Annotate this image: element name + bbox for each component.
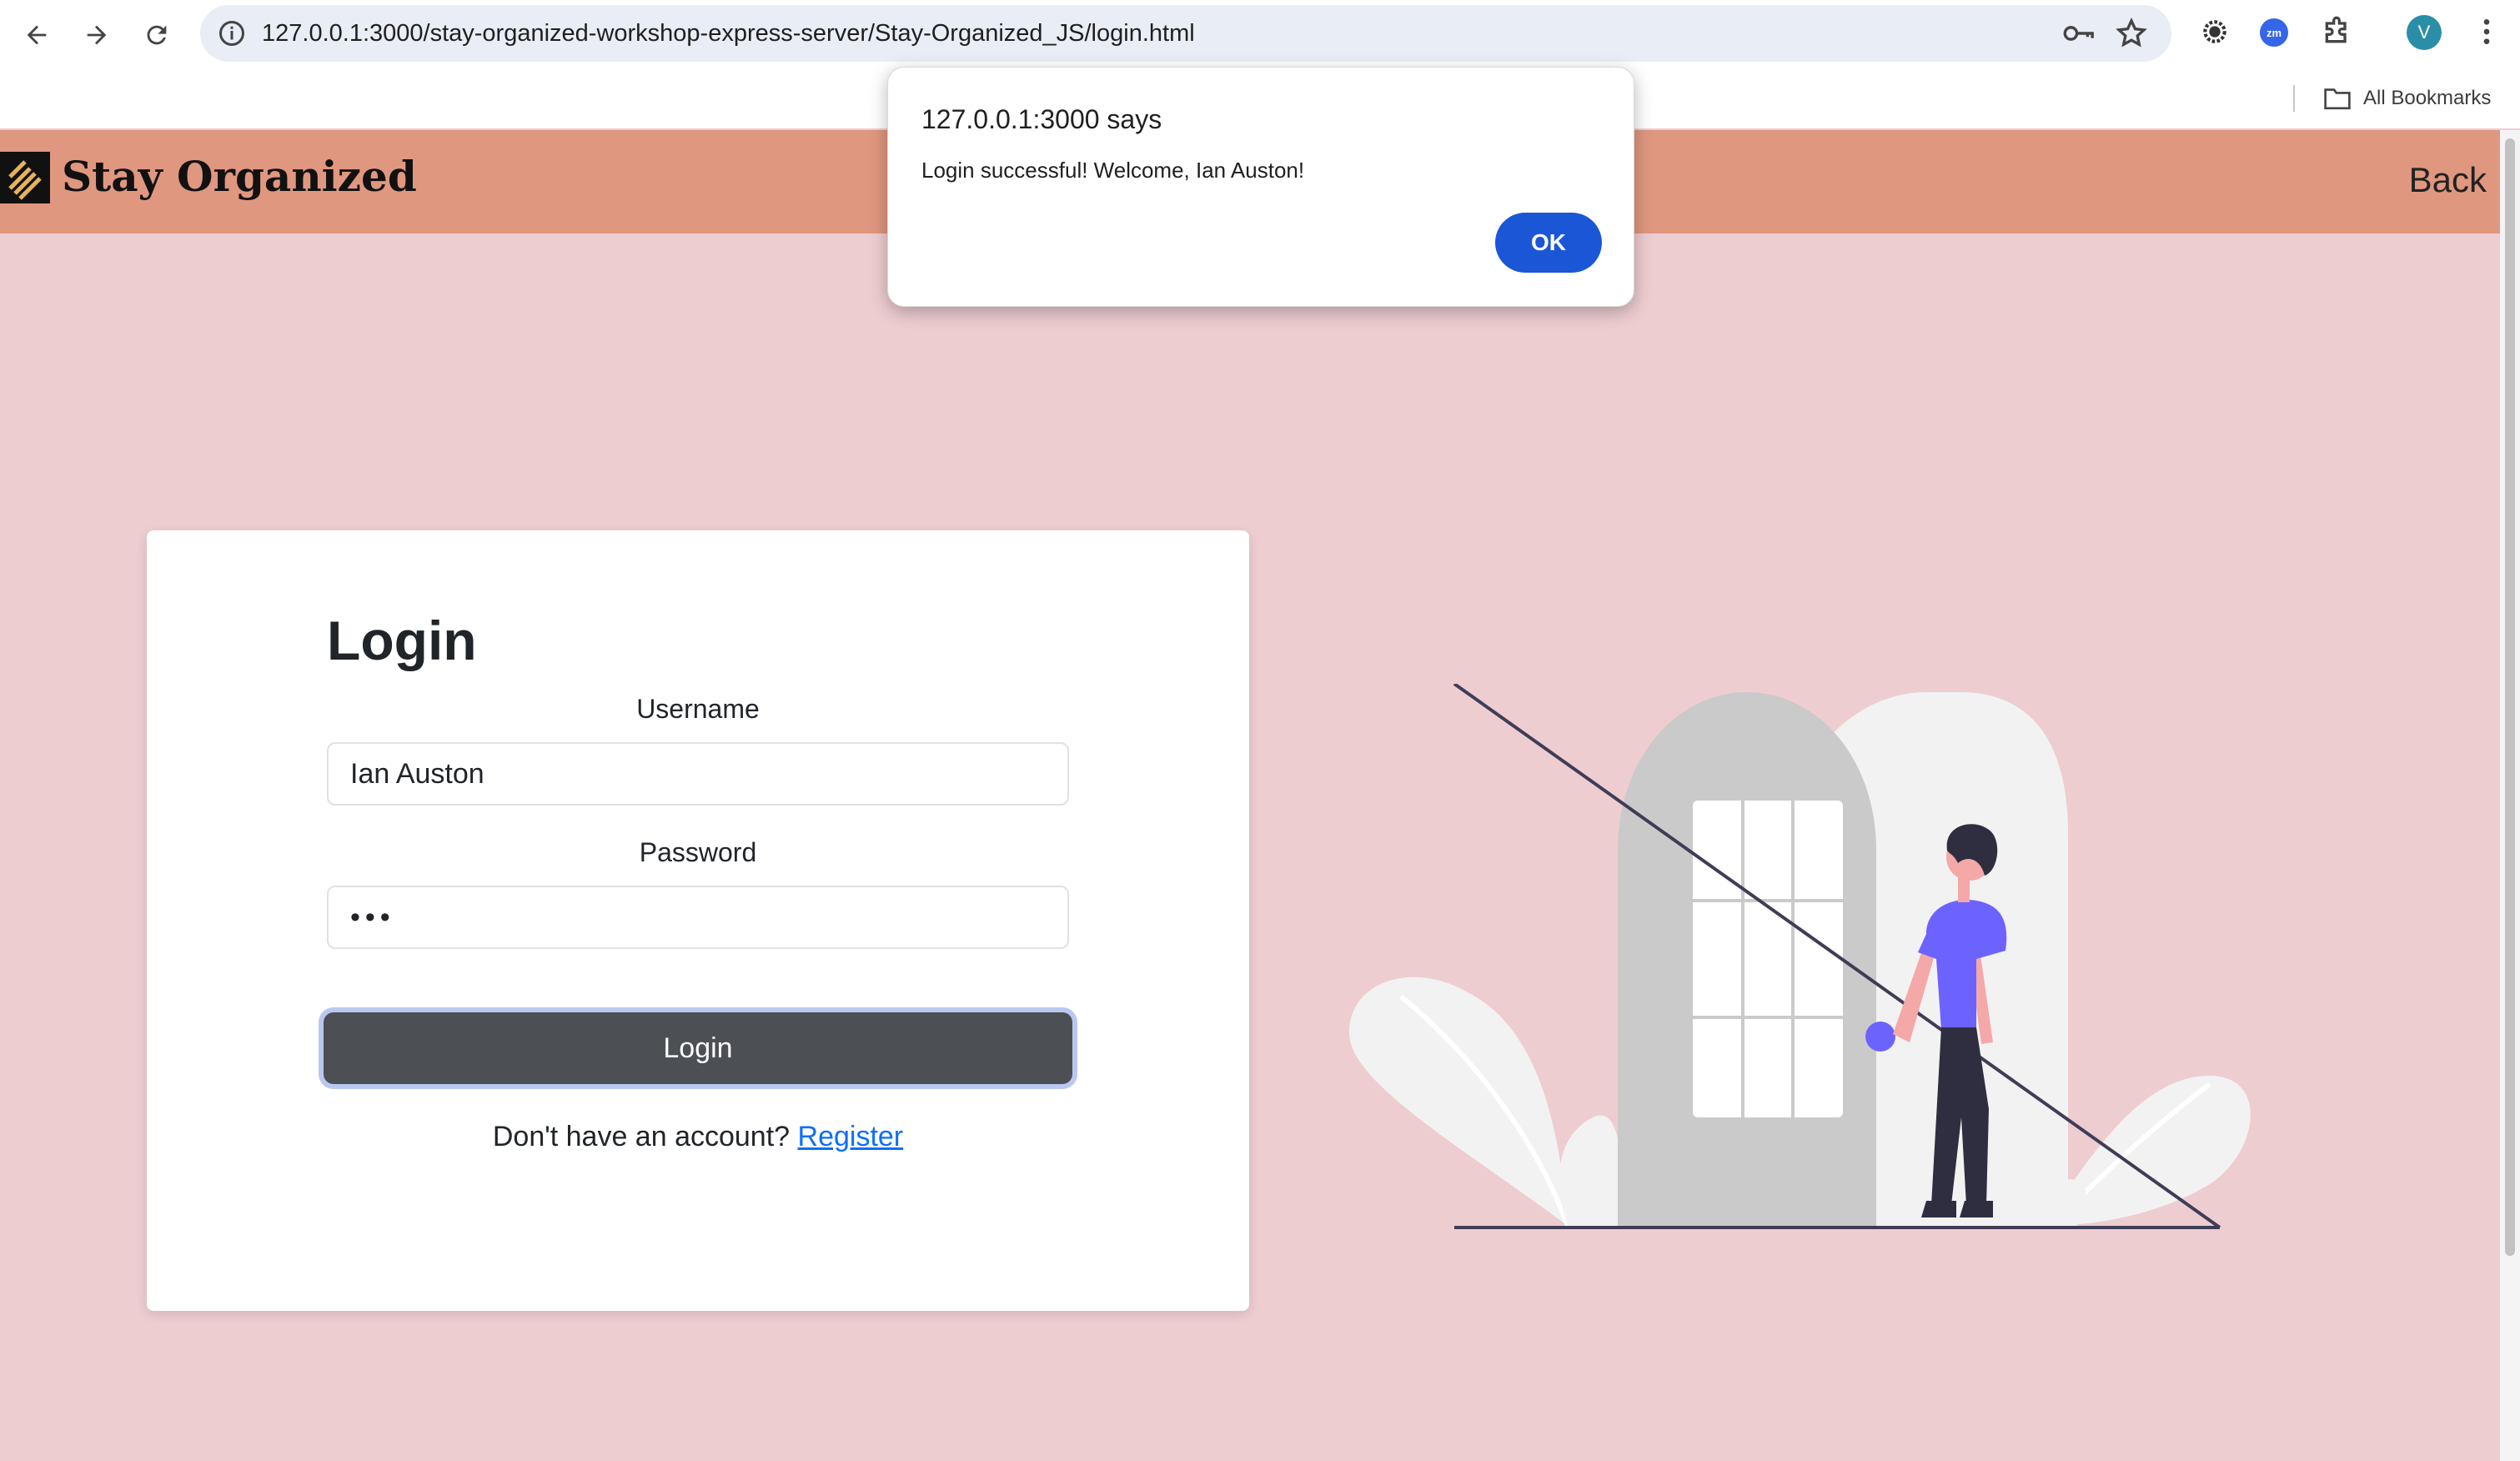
- door-illustration: [1348, 684, 2251, 1229]
- menu-dots-icon[interactable]: [2470, 15, 2503, 48]
- username-label: Username: [636, 694, 760, 724]
- signup-row: Don't have an account? Register: [327, 1121, 1069, 1153]
- login-card: Login Username Ian Auston Password ••• L…: [147, 530, 1249, 1311]
- logo-icon: [0, 152, 50, 203]
- address-bar[interactable]: 127.0.0.1:3000/stay-organized-workshop-e…: [200, 5, 2171, 62]
- all-bookmarks-label: All Bookmarks: [2363, 87, 2492, 109]
- bookmark-separator: [2293, 85, 2295, 112]
- dialog-message: Login successful! Welcome, Ian Auston!: [921, 158, 1305, 183]
- register-link[interactable]: Register: [798, 1121, 904, 1152]
- username-input[interactable]: Ian Auston: [327, 742, 1069, 806]
- login-button[interactable]: Login: [324, 1012, 1072, 1084]
- scrollbar-thumb[interactable]: [2505, 138, 2515, 1256]
- profile-avatar[interactable]: V: [2407, 15, 2442, 50]
- brand-title: Stay Organized: [62, 152, 417, 201]
- password-input[interactable]: •••: [327, 886, 1069, 949]
- site-info-icon[interactable]: [217, 18, 247, 48]
- dialog-ok-button[interactable]: OK: [1495, 213, 1602, 273]
- zoom-extension-icon[interactable]: zm: [2260, 18, 2288, 47]
- puzzle-icon[interactable]: [2320, 15, 2353, 48]
- forward-arrow-icon[interactable]: [73, 12, 120, 58]
- login-heading: Login: [327, 610, 477, 671]
- reload-icon[interactable]: [133, 12, 180, 58]
- folder-icon: [2324, 88, 2351, 110]
- all-bookmarks-button[interactable]: All Bookmarks: [2323, 80, 2491, 117]
- back-arrow-icon[interactable]: [13, 12, 60, 58]
- extension-gear-icon[interactable]: [2198, 15, 2231, 48]
- dialog-title: 127.0.0.1:3000 says: [921, 104, 1162, 134]
- password-label: Password: [639, 837, 757, 867]
- bookmark-star-icon[interactable]: [2115, 17, 2148, 50]
- alert-dialog: 127.0.0.1:3000 says Login successful! We…: [887, 67, 1634, 307]
- signup-prompt: Don't have an account?: [492, 1121, 791, 1152]
- password-key-icon[interactable]: [2061, 18, 2095, 48]
- back-link[interactable]: Back: [2409, 160, 2487, 200]
- url-text[interactable]: 127.0.0.1:3000/stay-organized-workshop-e…: [262, 5, 1195, 62]
